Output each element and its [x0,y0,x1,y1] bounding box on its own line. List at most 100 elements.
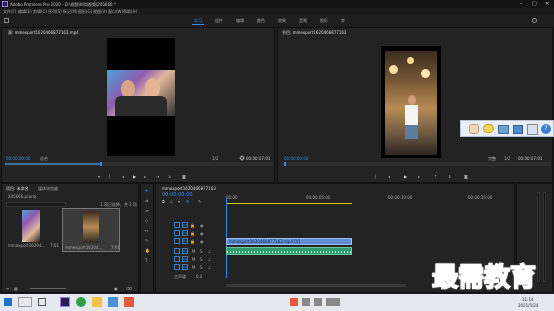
zoom-slider[interactable] [30,288,66,289]
explorer-taskbar-icon[interactable] [92,297,102,307]
browser-taskbar-icon[interactable] [76,297,86,307]
search-icon[interactable] [527,124,538,135]
ripple-edit-tool-icon[interactable]: ⟛ [145,208,149,213]
icon-view-icon[interactable]: ▦ [14,286,18,291]
chat-icon[interactable] [483,124,494,133]
camera-icon[interactable]: ◙ [182,174,186,179]
snap-icon[interactable]: ⧉ [162,199,165,204]
solo-button[interactable]: S [200,265,203,270]
mark-in-button[interactable]: ▾ [98,174,100,179]
program-timecode[interactable]: 00:00:00:00 [284,156,308,161]
start-icon[interactable] [4,298,12,306]
hand-icon[interactable] [469,124,479,134]
track-toggle[interactable] [174,256,180,262]
track-toggle[interactable] [174,264,180,270]
insert-button[interactable]: ⇥ [156,174,159,179]
timeline-tab[interactable]: mmexport1620466877163 [162,186,216,191]
source-tab-label[interactable]: 源: mmexport1620466877163.mp4 [8,30,79,35]
lift-button[interactable]: ⇡ [434,174,437,179]
search-box[interactable] [18,297,32,307]
taskbar-date[interactable]: 2021/5/24 [518,303,539,308]
play-button[interactable]: ▶ [133,174,136,179]
overwrite-button[interactable]: ⇲ [168,174,171,179]
media-browser-tab[interactable]: 媒体浏览器 [38,186,58,191]
mark-out-button[interactable]: { [108,174,111,179]
workspace-tab-audio[interactable]: 音频 [299,18,307,23]
new-item-icon[interactable]: ▣ [114,286,118,291]
add-marker-icon[interactable]: ▾ [178,199,180,204]
menu-view[interactable]: 视图(V) [93,9,107,14]
menu-edit[interactable]: 编辑(E) [18,9,32,14]
track-toggle[interactable] [174,222,180,228]
timeline-scrollbar[interactable] [226,284,406,287]
mic-icon[interactable]: ♪ [208,265,211,270]
search-icon[interactable] [532,18,537,23]
workspace-tab-graphics[interactable]: 图形 [320,18,328,23]
track-select-tool-icon[interactable]: ⇉ [145,198,148,203]
menu-clip[interactable]: 剪辑(C) [33,9,47,14]
premiere-taskbar-icon[interactable] [60,297,70,307]
task-view-icon[interactable] [38,298,46,306]
selection-tool-icon[interactable]: ➤ [145,188,148,193]
workspace-tab-learn[interactable]: 学习 [194,18,202,23]
lock-icon[interactable]: 🔒 [190,239,195,244]
delete-icon[interactable]: ⌫ [126,286,132,291]
workspace-tab-libraries[interactable]: 库 [341,18,345,23]
master-volume[interactable]: 0.0 [196,274,202,279]
workspace-tab-color[interactable]: 颜色 [257,18,265,23]
taskbar-time[interactable]: 11:14 [522,297,534,302]
source-playhead[interactable] [100,162,102,166]
maximize-button[interactable]: □ [532,1,537,7]
mic-icon[interactable]: ♪ [208,257,211,262]
source-timecode[interactable]: 00:00:00:00 [6,156,30,161]
program-step-back-button[interactable]: ◂ [388,174,390,179]
eye-icon[interactable]: ◉ [200,223,204,228]
razor-tool-icon[interactable]: ◇ [145,218,148,223]
mute-button[interactable]: M [192,257,195,262]
video-clip[interactable]: mmexport1620466877163.mp4 [V] [226,238,352,245]
project-tab[interactable]: 项目: 未命名 [6,186,29,191]
timeline-wrench-icon[interactable]: ✎ [198,199,201,204]
menu-graphics[interactable]: 图形(G) [78,9,92,14]
track-label[interactable]: A3 [182,264,188,270]
timeline-timecode[interactable]: 00:00:00:00 [162,192,193,198]
folder-icon[interactable] [498,125,509,134]
solo-button[interactable]: S [200,257,203,262]
app2-taskbar-icon[interactable] [124,297,134,307]
menu-sequence[interactable]: 序列(S) [48,9,62,14]
linked-selection-icon[interactable]: ⊂ [170,199,173,204]
mic-icon[interactable]: ♪ [208,249,211,254]
track-toggle[interactable] [174,248,180,254]
step-back-button[interactable]: ◂ [122,174,124,179]
wrench-icon[interactable] [239,155,245,161]
type-tool-icon[interactable]: T [145,258,147,263]
eye-icon[interactable]: ◉ [200,239,204,244]
lock-icon[interactable]: 🔒 [190,223,195,228]
track-label[interactable]: A2 [182,256,188,262]
source-ratio-dropdown[interactable]: 1/2 [212,156,218,161]
menu-file[interactable]: 文件(F) [3,9,16,14]
timeline-settings-icon[interactable]: ⚙ [186,199,190,204]
track-label[interactable]: V3 [182,222,188,228]
source-scrub-bar[interactable] [5,162,273,166]
workspace-tab-effects[interactable]: 效果 [278,18,286,23]
program-tab-label[interactable]: 节目: mmexport1620466877163 [282,30,346,35]
solo-button[interactable]: S [200,249,203,254]
track-label[interactable]: V2 [182,230,188,236]
track-toggle[interactable] [174,238,180,244]
workspace-tab-editing[interactable]: 编辑 [236,18,244,23]
tray-icons[interactable] [290,298,340,306]
source-fit-dropdown[interactable]: 适合 [40,156,48,161]
step-forward-button[interactable]: ▸ [144,174,146,179]
app-taskbar-icon[interactable] [108,297,118,307]
track-toggle[interactable] [174,230,180,236]
close-button[interactable]: ✕ [545,1,549,7]
workspace-tab-assembly[interactable]: 组件 [215,18,223,23]
work-area-bar[interactable] [226,203,352,204]
minimize-button[interactable]: – [520,1,523,7]
extract-button[interactable]: ⇞ [448,174,451,179]
audio-clip[interactable] [226,247,352,255]
hand-tool-icon[interactable]: ✋ [145,248,150,253]
program-step-forward-button[interactable]: ▸ [418,174,420,179]
help-icon[interactable]: ? [541,124,551,134]
